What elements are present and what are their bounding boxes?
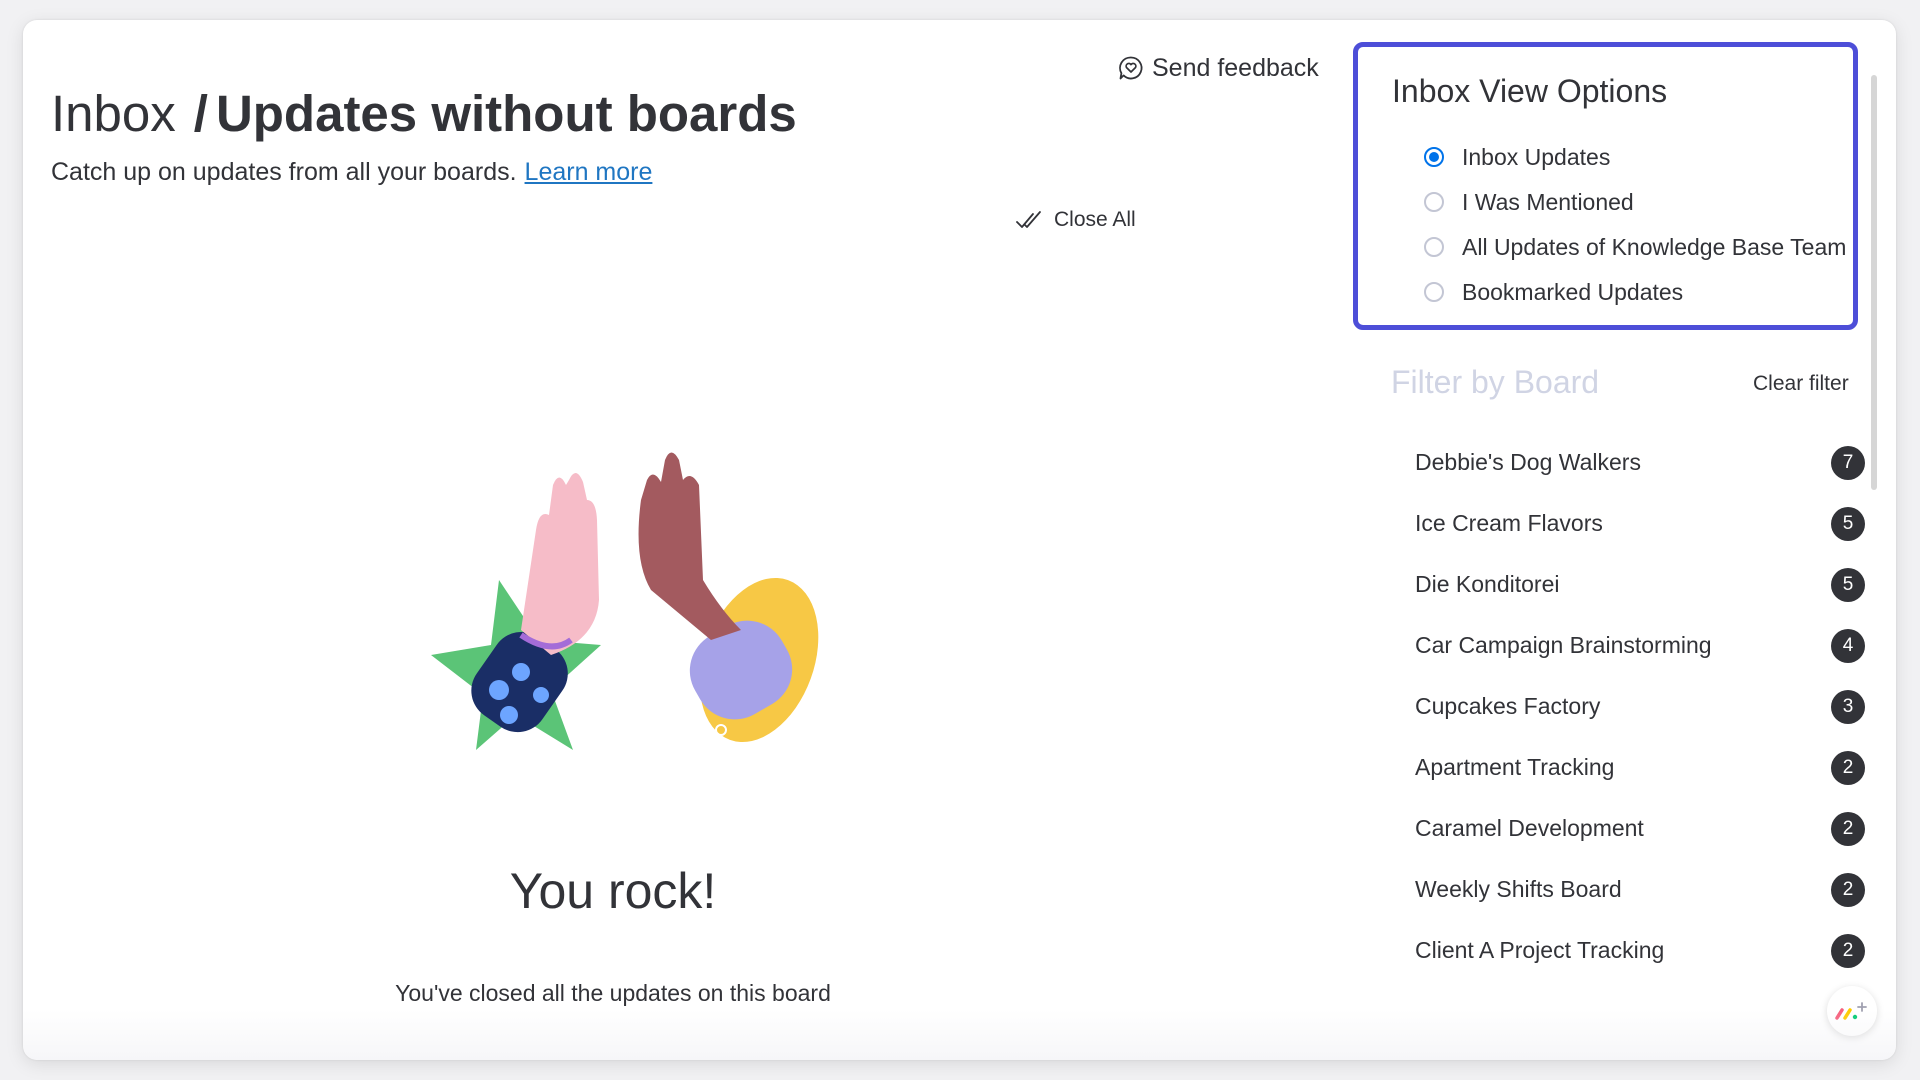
board-item[interactable]: Cupcakes Factory 3 [1415, 676, 1865, 737]
pink-hand [521, 472, 599, 655]
close-all-label: Close All [1054, 208, 1136, 231]
board-name: Cupcakes Factory [1415, 693, 1601, 719]
board-item[interactable]: Debbie's Dog Walkers 7 [1415, 432, 1865, 493]
board-item[interactable]: Client A Project Tracking 2 [1415, 920, 1865, 981]
clear-filter-button[interactable]: Clear filter [1753, 372, 1849, 396]
page-title: Updates without boards [215, 85, 797, 142]
board-name: Car Campaign Brainstorming [1415, 632, 1712, 658]
double-check-icon [1016, 211, 1041, 228]
radio-selected-icon[interactable] [1424, 147, 1444, 167]
send-feedback-label: Send feedback [1152, 53, 1319, 82]
inbox-view-options-title: Inbox View Options [1392, 73, 1668, 109]
board-item[interactable]: Car Campaign Brainstorming 4 [1415, 615, 1865, 676]
board-item[interactable]: Ice Cream Flavors 5 [1415, 493, 1865, 554]
option-label: Inbox Updates [1462, 143, 1611, 170]
board-name: Client A Project Tracking [1415, 937, 1665, 963]
board-item[interactable]: Caramel Development 2 [1415, 798, 1865, 859]
count-badge: 2 [1831, 750, 1865, 785]
option-label: All Updates of Knowledge Base Team [1462, 233, 1847, 260]
board-item[interactable]: Apartment Tracking 2 [1415, 737, 1865, 798]
count-badge: 3 [1831, 689, 1865, 724]
board-name: Caramel Development [1415, 815, 1644, 841]
high-five-illustration [431, 452, 819, 750]
bottom-fade [23, 1010, 1896, 1060]
board-name: Die Konditorei [1415, 571, 1560, 597]
send-feedback-button[interactable]: Send feedback [1118, 48, 1319, 88]
count-badge: 2 [1831, 872, 1865, 907]
inbox-view-options-panel: Inbox View Options Inbox Updates I Was M… [1353, 42, 1858, 330]
count-badge: 4 [1831, 628, 1865, 663]
learn-more-link[interactable]: Learn more [525, 158, 653, 186]
option-i-was-mentioned[interactable]: I Was Mentioned [1424, 182, 1634, 222]
board-item[interactable]: Die Konditorei 5 [1415, 554, 1865, 615]
board-name: Debbie's Dog Walkers [1415, 449, 1641, 475]
heart-chat-bubble-icon [1119, 56, 1143, 80]
board-item[interactable]: Weekly Shifts Board 2 [1415, 859, 1865, 920]
breadcrumb-separator: / [193, 85, 208, 142]
filter-by-board-title: Filter by Board [1391, 364, 1600, 400]
breadcrumb-root[interactable]: Inbox [51, 85, 176, 142]
option-all-updates-knowledge-base[interactable]: All Updates of Knowledge Base Team [1424, 227, 1846, 267]
board-name: Weekly Shifts Board [1415, 876, 1622, 902]
help-button[interactable] [1827, 986, 1877, 1036]
subtitle-text: Catch up on updates from all your boards… [51, 158, 517, 186]
option-label: I Was Mentioned [1462, 188, 1634, 215]
count-badge: 5 [1831, 567, 1865, 602]
empty-state-message: You've closed all the updates on this bo… [395, 980, 831, 1006]
count-badge: 2 [1831, 811, 1865, 846]
count-badge: 7 [1831, 445, 1865, 480]
board-name: Apartment Tracking [1415, 754, 1615, 780]
radio-unselected-icon[interactable] [1424, 282, 1444, 302]
option-label: Bookmarked Updates [1462, 278, 1684, 305]
option-inbox-updates[interactable]: Inbox Updates [1424, 137, 1610, 177]
radio-unselected-icon[interactable] [1424, 237, 1444, 257]
board-filter-list: Debbie's Dog Walkers 7 Ice Cream Flavors… [1415, 432, 1865, 981]
board-name: Ice Cream Flavors [1415, 510, 1603, 536]
radio-unselected-icon[interactable] [1424, 192, 1444, 212]
page-subtitle: Catch up on updates from all your boards… [51, 158, 652, 187]
close-all-button[interactable]: Close All [1016, 202, 1136, 238]
sidebar-scrollbar[interactable] [1871, 75, 1877, 490]
count-badge: 2 [1831, 933, 1865, 968]
empty-state-title: You rock! [509, 863, 717, 919]
monday-logo-plus-icon [1835, 1002, 1867, 1020]
inbox-window: Inbox / Updates without boards Catch up on… [23, 20, 1896, 1060]
count-badge: 5 [1831, 506, 1865, 541]
option-bookmarked-updates[interactable]: Bookmarked Updates [1424, 272, 1683, 312]
breadcrumb: Inbox / Updates without boards [51, 84, 797, 143]
